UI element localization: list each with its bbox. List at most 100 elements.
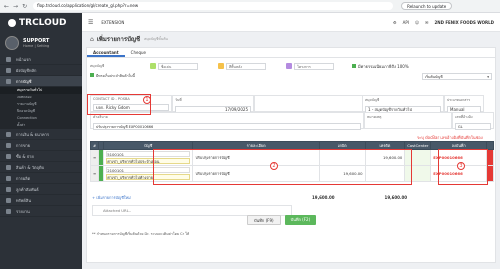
total-credit: 19,600.00 — [384, 195, 408, 200]
sidebar: TRCLOUD SUPPORT Home | Setting หน้าแรก ผ… — [0, 13, 82, 269]
desc-label: คำอธิบาย — [93, 115, 108, 119]
tab-accountant[interactable]: Accountant — [87, 48, 125, 57]
reload-icon[interactable]: ↻ — [22, 3, 27, 10]
sidebar-item-accounting[interactable]: การบัญชี — [0, 76, 82, 87]
vat-option[interactable]: มีทรงเก็บประจำสินค้าใบนี้ — [90, 73, 135, 79]
tab-cheque[interactable]: Cheque — [125, 48, 152, 57]
sidebar-item-sales[interactable]: การขาย — [0, 140, 82, 151]
green-swatch[interactable] — [150, 63, 156, 69]
project-label: โครงการ — [297, 64, 311, 69]
journal-type-value: เริ่มต้นบัญชี — [425, 75, 443, 79]
save-new-button[interactable]: บันทึก (F2) — [284, 215, 317, 225]
sidebar-subitem-close-period[interactable]: ปิดงวดบัญชี — [0, 108, 82, 115]
sidebar-subitem-general-journal[interactable]: สมุดรายวันทั่วไป — [0, 87, 82, 94]
highlight-box-1 — [87, 94, 151, 115]
vat-checkbox-label: มีทรงเก็บประจำสินค้าใบนี้ — [96, 74, 135, 78]
forward-icon[interactable]: → — [13, 3, 18, 10]
sidebar-item-label: สินค้า & วัตถุดิบ — [16, 164, 45, 170]
factory-icon — [6, 175, 11, 181]
ref-cell: เลขที่อ้างอิง GL — [452, 112, 494, 130]
desc-input[interactable]: ปรับปรุงรายการบัญชี EXP00010666 — [93, 123, 361, 130]
extension-link[interactable]: EXTENSION — [101, 20, 124, 25]
save-button[interactable]: บันทึก (F9) — [247, 215, 281, 225]
type-cell: ประเภทเอกสาร Manual — [444, 95, 484, 113]
footnote: ** กำหนดรายการบัญชีเริ่มต้นด้วย Dr. ระบบ… — [92, 232, 190, 236]
sidebar-subitem-trial-balance[interactable]: งบทดลอง — [0, 94, 82, 101]
page-header: ⌂ เพิ่มรายการบัญชี สมุดบัญชีขั้นต้น — [82, 32, 500, 46]
sidebar-item-label: การขาย — [16, 142, 31, 148]
sidebar-item-purchase[interactable]: ซื้อ & จ่าย — [0, 151, 82, 162]
sidebar-item-label: ทรัพย์สิน — [16, 197, 31, 203]
sidebar-item-production[interactable]: การผลิต — [0, 173, 82, 184]
sidebar-subitem-settings[interactable]: ตั้งค่า — [0, 122, 82, 129]
purple-swatch[interactable] — [286, 63, 292, 69]
totals-row: 19,600.00 19,600.00 — [312, 195, 407, 200]
relaunch-button[interactable]: Relaunch to update — [401, 2, 453, 10]
add-line-link[interactable]: + เพิ่มรายการบัญชีใหม่ — [92, 195, 131, 201]
sidebar-item-assets[interactable]: ทรัพย์สิน — [0, 195, 82, 206]
journal-cell: สมุดบัญชี 1 - สมุดบัญชีรายวันทั่วไป — [362, 95, 444, 113]
user-icon[interactable]: ☺ — [415, 20, 419, 25]
action-buttons: บันทึก (F9) บันทึก (F2) — [247, 215, 317, 225]
settings-icon[interactable]: ⚙ — [393, 20, 397, 25]
code-field[interactable]: ชื่อเล่น — [158, 62, 198, 70]
drag-handle-icon[interactable]: ≡ — [89, 149, 100, 166]
sidebar-item-home[interactable]: หน้าแรก — [0, 54, 82, 65]
avatar[interactable] — [5, 36, 19, 50]
box-icon — [6, 164, 11, 170]
back-icon[interactable]: ← — [4, 3, 9, 10]
journal-type-select[interactable]: เริ่มต้นบัญชี ▾ — [422, 73, 492, 80]
company-name[interactable]: 2ND FENIX FOODS WORLD — [434, 20, 494, 25]
sidebar-item-inventory[interactable]: สินค้า & วัตถุดิบ — [0, 162, 82, 173]
browser-toolbar: ← → ↻ flop.trcloud.co/application/gl/cre… — [0, 0, 500, 13]
date-cell: วันที่ 17/09/2025 — [172, 95, 254, 113]
journal-option-label: สมุดบัญชี — [90, 64, 105, 68]
sidebar-item-crm[interactable]: ลูกค้าสัมพันธ์ — [0, 184, 82, 195]
bag-icon — [6, 153, 11, 159]
logo-text: TRCLOUD — [19, 17, 67, 28]
color-label: สีพื้นหลัง — [229, 64, 242, 69]
sidebar-item-label: การเงิน & ธนาคาร — [16, 131, 50, 137]
journal-label: สมุดบัญชี — [365, 98, 380, 102]
drag-handle-icon[interactable]: ≡ — [89, 165, 100, 182]
annotation-3: 3 — [457, 162, 465, 170]
browser-nav: ← → ↻ — [0, 3, 27, 10]
tax-option[interactable]: มีค่าธรรมเนียมภาษีถึง 100% — [352, 63, 409, 70]
sidebar-subitem-reports[interactable]: รายงานบัญชี — [0, 101, 82, 108]
logo-icon — [8, 18, 16, 27]
api-link[interactable]: API — [403, 20, 409, 25]
profile-links[interactable]: Home | Setting — [23, 44, 49, 48]
page-title: เพิ่มรายการบัญชี — [96, 36, 141, 43]
sidebar-item-label: การบัญชี — [16, 78, 32, 84]
code-label: ชื่อเล่น — [161, 64, 172, 69]
tax-checkbox[interactable] — [352, 63, 356, 68]
chat-icon[interactable]: ✉ — [425, 20, 428, 25]
col-drag: # — [89, 141, 100, 150]
sidebar-item-chart-of-accounts[interactable]: ผังบัญชีหลัก — [0, 65, 82, 76]
sidebar-item-label: ผังบัญชีหลัก — [16, 67, 37, 73]
sidebar-item-reports[interactable]: รายงาน — [0, 206, 82, 217]
spacer-cell — [254, 95, 362, 112]
sidebar-item-label: การผลิต — [16, 175, 31, 181]
vat-checkbox[interactable] — [90, 73, 94, 77]
orange-swatch[interactable] — [218, 63, 224, 69]
bank-icon — [6, 131, 11, 137]
project-field[interactable]: โครงการ — [294, 62, 334, 70]
color-field[interactable]: สีพื้นหลัง — [226, 62, 266, 70]
cart-icon — [6, 142, 11, 148]
journal-form: Accountant Cheque สมุดบัญชี ชื่อเล่น สีพ… — [86, 47, 496, 263]
home-icon — [6, 56, 11, 62]
sidebar-item-finance[interactable]: การเงิน & ธนาคาร — [0, 129, 82, 140]
remark-label: หมายเหตุ — [367, 115, 382, 119]
logo[interactable]: TRCLOUD — [0, 13, 82, 32]
remark-cell: หมายเหตุ — [364, 112, 452, 129]
chart-icon — [6, 208, 11, 214]
ref-input[interactable]: GL — [455, 123, 491, 130]
home-icon: ⌂ — [90, 35, 94, 43]
menu-icon[interactable]: ☰ — [88, 19, 93, 26]
address-bar[interactable]: flop.trcloud.co/application/gl/create_gl… — [33, 2, 394, 10]
date-label: วันที่ — [175, 98, 182, 102]
list-icon — [6, 67, 11, 73]
sidebar-subitem-connection[interactable]: Connection — [0, 115, 82, 122]
sidebar-item-label: ลูกค้าสัมพันธ์ — [16, 186, 39, 192]
